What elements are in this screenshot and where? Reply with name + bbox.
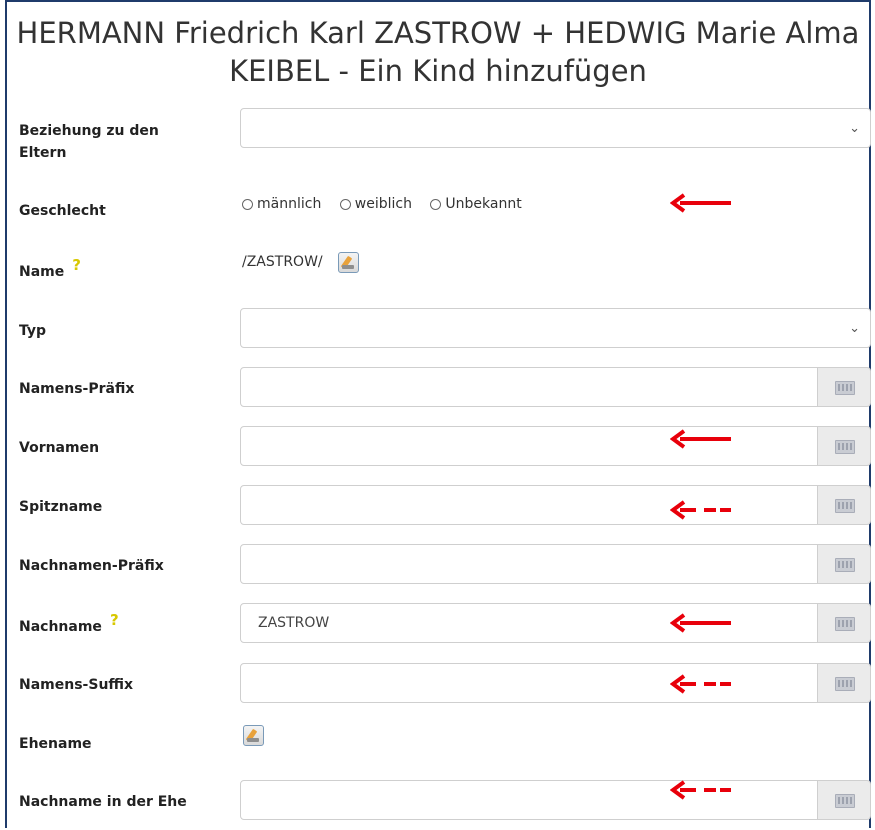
chevron-down-icon: ⌄ xyxy=(849,320,860,335)
keyboard-icon xyxy=(835,440,855,454)
married-name-label: Ehename xyxy=(19,736,92,752)
name-prefix-keyboard-button[interactable] xyxy=(818,367,871,407)
name-value: /ZASTROW/ xyxy=(242,254,323,270)
gender-option-male-label: männlich xyxy=(257,196,322,212)
gender-option-unknown-label: Unbekannt xyxy=(445,196,522,212)
left-arrow-icon xyxy=(670,429,731,449)
radio-icon xyxy=(339,198,351,210)
type-select[interactable]: ⌄ xyxy=(240,308,871,348)
keyboard-icon xyxy=(835,381,855,395)
keyboard-icon xyxy=(835,677,855,691)
surname-label-text: Nachname xyxy=(19,619,102,635)
surname-prefix-input[interactable] xyxy=(240,544,818,584)
name-label: Name? xyxy=(19,256,81,283)
relationship-label: Beziehung zu den Eltern xyxy=(19,123,159,161)
gender-radio-group: männlich weiblich Unbekannt xyxy=(242,196,536,214)
gender-label: Geschlecht xyxy=(19,203,106,219)
surname-prefix-label: Nachnamen-Präfix xyxy=(19,558,164,574)
chevron-down-icon: ⌄ xyxy=(849,120,860,135)
surname-label: Nachname? xyxy=(19,611,119,638)
left-arrow-icon xyxy=(670,780,731,800)
given-names-label: Vornamen xyxy=(19,440,100,456)
married-surname-label: Nachname in der Ehe xyxy=(19,794,187,810)
name-label-text: Name xyxy=(19,264,65,280)
left-arrow-icon xyxy=(670,613,731,633)
help-question-icon[interactable]: ? xyxy=(72,256,81,274)
given-names-keyboard-button[interactable] xyxy=(818,426,871,466)
name-prefix-label: Namens-Präfix xyxy=(19,381,135,397)
name-suffix-keyboard-button[interactable] xyxy=(818,663,871,703)
married-surname-keyboard-button[interactable] xyxy=(818,780,871,820)
keyboard-icon xyxy=(835,794,855,808)
name-prefix-input[interactable] xyxy=(240,367,818,407)
type-label: Typ xyxy=(19,323,47,339)
gender-option-female-label: weiblich xyxy=(354,196,412,212)
relationship-select[interactable]: ⌄ xyxy=(240,108,871,148)
name-suffix-label: Namens-Suffix xyxy=(19,677,134,693)
radio-icon xyxy=(242,198,253,210)
keyboard-icon xyxy=(835,617,855,631)
left-arrow-icon xyxy=(670,674,731,694)
keyboard-icon xyxy=(835,558,855,572)
radio-icon xyxy=(430,198,442,210)
left-arrow-icon xyxy=(670,500,731,520)
page-title: HERMANN Friedrich Karl ZASTROW + HEDWIG … xyxy=(16,16,860,88)
surname-prefix-keyboard-button[interactable] xyxy=(818,544,871,584)
gender-option-male[interactable]: männlich xyxy=(242,196,321,212)
edit-name-button[interactable] xyxy=(338,252,359,273)
nickname-label: Spitzname xyxy=(19,499,103,515)
help-question-icon[interactable]: ? xyxy=(110,611,119,629)
nickname-keyboard-button[interactable] xyxy=(818,485,871,525)
gender-option-female[interactable]: weiblich xyxy=(339,196,412,212)
gender-option-unknown[interactable]: Unbekannt xyxy=(430,196,522,212)
keyboard-icon xyxy=(835,499,855,513)
left-arrow-icon xyxy=(670,193,731,213)
edit-married-name-button[interactable] xyxy=(243,725,264,746)
surname-keyboard-button[interactable] xyxy=(818,603,871,643)
